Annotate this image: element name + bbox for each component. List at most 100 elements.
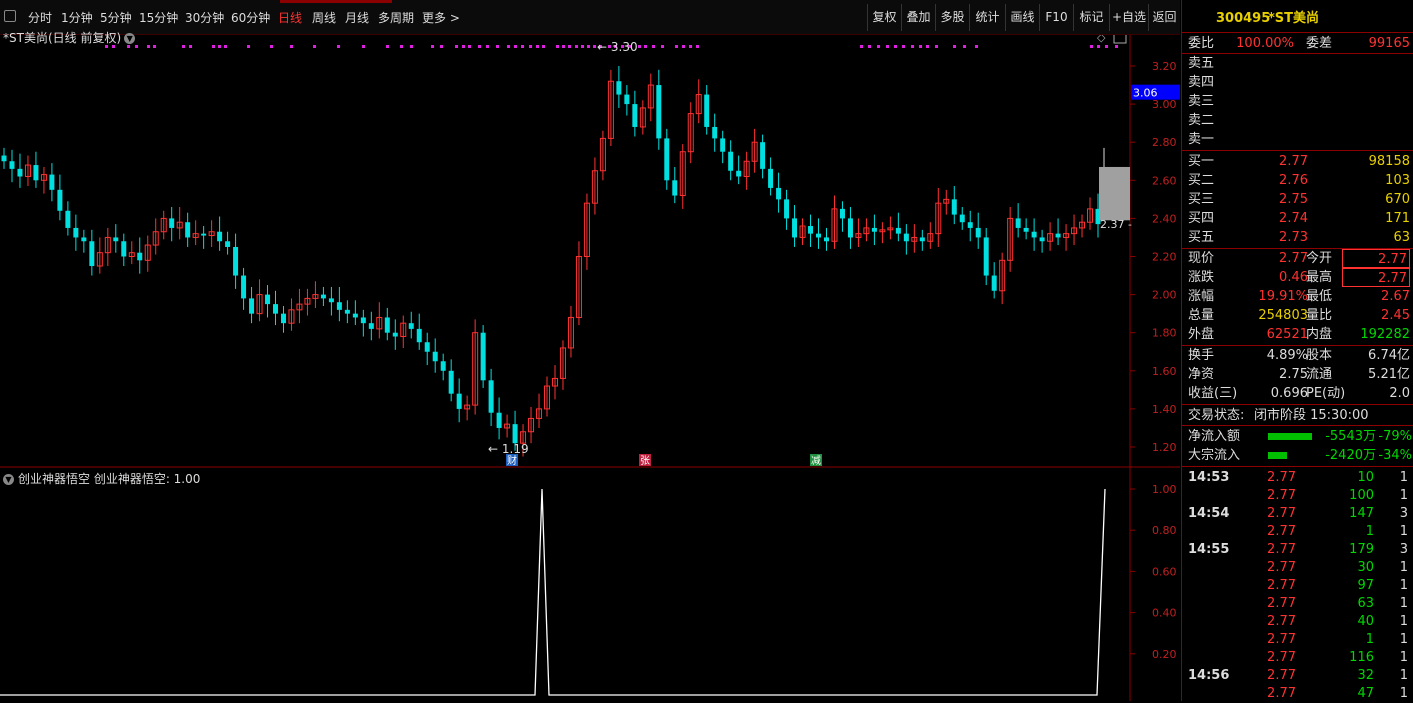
fund-label: 股本: [1306, 348, 1333, 363]
panel-toggle-icon[interactable]: [4, 10, 16, 22]
tick-vol: 40: [1357, 614, 1374, 629]
candle-body: [903, 233, 909, 242]
tick-time: 14:56: [1188, 668, 1230, 683]
candle-body: [983, 237, 989, 276]
candle-body: [328, 298, 334, 303]
toolbar-action-6[interactable]: 标记: [1073, 4, 1109, 31]
candle-body: [823, 237, 829, 242]
period-tab-2[interactable]: 5分钟: [100, 9, 132, 26]
y-tick-label: 1.60: [1152, 365, 1177, 378]
candle-body: [424, 342, 430, 352]
signal-dot: [478, 45, 481, 48]
wei-bi-label: 委比: [1188, 36, 1215, 51]
signal-dot: [661, 45, 664, 48]
candle-body: [776, 187, 782, 200]
toolbar-action-5[interactable]: F10: [1039, 4, 1073, 31]
period-tab-10[interactable]: 更多 >: [422, 9, 460, 26]
tick-vol: 97: [1357, 578, 1374, 593]
toolbar-action-0[interactable]: 复权: [867, 4, 901, 31]
candle-body: [320, 294, 326, 299]
toolbar-action-3[interactable]: 统计: [969, 4, 1005, 31]
signal-dot: [587, 45, 590, 48]
signal-dot: [337, 45, 340, 48]
signal-dot: [696, 45, 699, 48]
signal-dot: [105, 45, 108, 48]
period-tab-7[interactable]: 周线: [312, 9, 336, 26]
tick-count: 1: [1399, 596, 1408, 611]
toolbar-action-8[interactable]: 返回: [1148, 4, 1180, 31]
candle-body: [368, 323, 374, 329]
fund-value: 6.74亿: [1368, 348, 1410, 363]
candle-body: [137, 252, 143, 261]
diamond-icon: ◇: [1097, 35, 1106, 44]
ind-tick-label: 0.80: [1152, 524, 1177, 537]
toolbar-action-1[interactable]: 叠加: [901, 4, 935, 31]
sell-level-2: 卖二: [1188, 113, 1215, 128]
candle-body: [1, 155, 7, 162]
toolbar-action-2[interactable]: 多股: [935, 4, 969, 31]
quote-panel: 300495 *ST美尚 委比 100.00% 委差 99165 卖五 卖四 卖三 卖二 卖一 买一 2…: [1181, 0, 1413, 701]
stat-label: 量比: [1306, 308, 1333, 323]
stat-label: 现价: [1188, 251, 1215, 266]
period-tab-6[interactable]: 日线: [278, 9, 302, 26]
sell-level-4: 卖四: [1188, 75, 1215, 90]
flow-label: 大宗流入: [1188, 448, 1241, 463]
tick-vol: 1: [1365, 632, 1374, 647]
period-tab-9[interactable]: 多周期: [378, 9, 414, 26]
period-tab-8[interactable]: 月线: [345, 9, 369, 26]
toolbar-action-7[interactable]: +自选: [1109, 4, 1148, 31]
period-tab-5[interactable]: 60分钟: [231, 9, 270, 26]
candle-body: [249, 298, 255, 314]
tick-count: 1: [1399, 524, 1408, 539]
candle-body: [33, 165, 39, 181]
signal-dot: [290, 45, 293, 48]
buy-level-price: 2.75: [1279, 192, 1308, 207]
period-tab-3[interactable]: 15分钟: [139, 9, 178, 26]
candle-body: [720, 138, 726, 152]
buy-level-label: 买四: [1188, 211, 1215, 226]
flow-value: -5543万: [1325, 429, 1376, 444]
candle-body: [760, 142, 766, 169]
tick-vol: 10: [1357, 470, 1374, 485]
candle-body: [967, 222, 973, 228]
trade-status-label: 交易状态:: [1188, 408, 1245, 423]
signal-dot: [975, 45, 978, 48]
candle-body: [808, 226, 814, 234]
period-tab-0[interactable]: 分时: [28, 9, 52, 26]
fund-label: 净资: [1188, 367, 1215, 382]
tick-count: 3: [1399, 506, 1408, 521]
period-tab-1[interactable]: 1分钟: [61, 9, 93, 26]
candle-body: [432, 351, 438, 362]
window-icon: [1113, 35, 1127, 44]
tick-price: 2.77: [1267, 668, 1296, 683]
signal-dot: [462, 45, 465, 48]
candle-body: [217, 231, 223, 242]
y-tick-label: 1.20: [1152, 441, 1177, 454]
ind-tick-label: 1.00: [1152, 483, 1177, 496]
candle-body: [241, 275, 247, 299]
tick-price: 2.77: [1267, 506, 1296, 521]
kline-chart[interactable]: 3.20 3.00 2.80 2.60 2.40 2.20 2.00 1.80 1.60 1.40…: [0, 35, 1180, 468]
signal-dot: [536, 45, 539, 48]
signal-dot: [529, 45, 532, 48]
candle-body: [672, 180, 678, 196]
buy-level-price: 2.73: [1279, 230, 1308, 245]
flow-label: 净流入额: [1188, 429, 1241, 444]
stat-label: 最高: [1306, 270, 1333, 285]
tick-vol: 1: [1365, 524, 1374, 539]
candle-body: [225, 241, 231, 247]
stock-code: 300495: [1216, 11, 1271, 26]
tick-count: 1: [1399, 614, 1408, 629]
candle-body: [17, 168, 23, 177]
tick-price: 2.77: [1267, 488, 1296, 503]
tick-count: 1: [1399, 560, 1408, 575]
fund-value: 0.696: [1270, 386, 1308, 401]
fund-value: 5.21亿: [1368, 367, 1410, 382]
indicator-chart[interactable]: 1.00 0.80 0.60 0.40 0.20: [0, 468, 1180, 701]
y-tick-label: 2.00: [1152, 289, 1177, 302]
period-tab-4[interactable]: 30分钟: [185, 9, 224, 26]
signal-dot: [902, 45, 905, 48]
stat-value: 2.77: [1342, 249, 1410, 268]
toolbar-action-4[interactable]: 画线: [1005, 4, 1039, 31]
candle-body: [113, 237, 119, 242]
